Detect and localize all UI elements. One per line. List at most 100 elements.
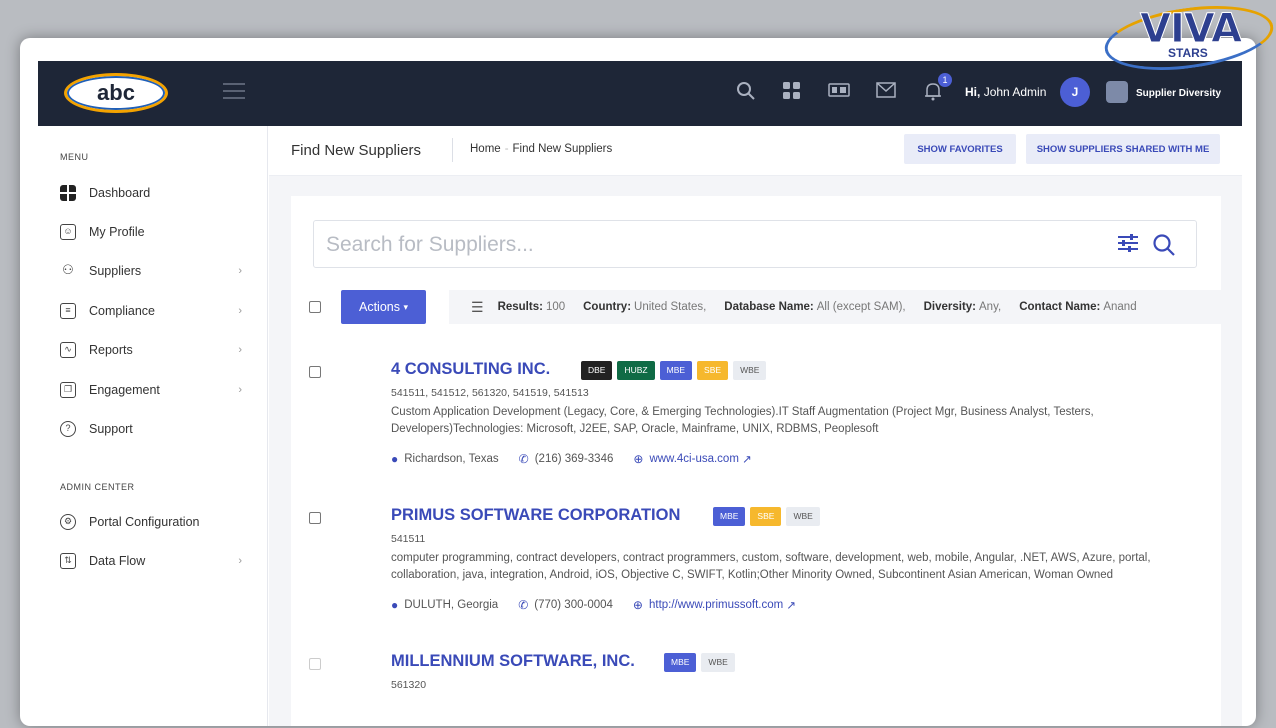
admin-center-heading: ADMIN CENTER [60,482,135,492]
viva-stars-logo: VIVA STARS [1100,0,1276,82]
sidebar-item-dashboard[interactable]: Dashboard [60,182,250,204]
filter-sliders-icon[interactable]: ☰ [471,299,484,316]
reports-icon: ∿ [60,342,76,358]
location-pin-icon: ● [391,598,399,612]
filter-summary: ☰ Results: 100 Country: United States, Dat… [449,290,1221,324]
dashboard-icon [60,185,76,201]
app-window: abc 1 Hi, John Admin J Supplier Diversit… [20,38,1256,726]
globe-icon: ⊕ [633,452,644,466]
badge-wbe: WBE [786,507,820,526]
search-bar [313,220,1197,268]
naics-codes: 541511 [391,533,426,545]
naics-codes: 541511, 541512, 561320, 541519, 541513 [391,387,589,399]
partner-label: Supplier Diversity [1136,88,1222,99]
select-all-checkbox[interactable] [309,301,321,313]
notification-count-badge: 1 [938,73,952,87]
naics-codes: 561320 [391,679,427,691]
badge-wbe: WBE [701,653,735,672]
chevron-right-icon: › [238,384,242,396]
user-greeting[interactable]: Hi, John Admin [965,85,1046,99]
actions-dropdown-button[interactable]: Actions ▾ [341,290,426,324]
company-phone: (216) 369-3346 [534,453,614,465]
result-checkbox[interactable] [309,512,321,524]
chevron-right-icon: › [238,555,242,567]
location-pin-icon: ● [391,452,399,466]
profile-icon: ☺ [60,224,76,240]
sidebar: MENU Dashboard ☺ My Profile ⚇ Suppliers … [38,126,268,726]
abc-logo[interactable]: abc [64,73,168,113]
badge-sbe: SBE [750,507,782,526]
breadcrumb: Home - Find New Suppliers [470,143,613,155]
avatar[interactable]: J [1060,77,1090,107]
sidebar-item-suppliers[interactable]: ⚇ Suppliers › [60,260,250,282]
phone-icon: ✆ [518,598,529,612]
certification-badges: MBE SBE WBE [713,507,825,526]
company-description: Custom Application Development (Legacy, … [391,406,1094,435]
contact-row: ● DULUTH, Georgia ✆ (770) 300-0004 ⊕ http:/… [391,598,816,612]
filter-sliders-icon[interactable] [1116,233,1140,257]
apps-grid-icon[interactable] [781,81,803,103]
data-flow-icon: ⇅ [60,553,76,569]
search-icon[interactable] [1152,233,1176,257]
company-website-link[interactable]: www.4ci-usa.com [649,453,738,465]
badge-dbe: DBE [581,361,613,380]
show-favorites-button[interactable]: SHOW FAVORITES [904,134,1016,164]
company-website-link[interactable]: http://www.primussoft.com [649,599,783,611]
settings-icon: ⚙ [60,514,76,530]
sidebar-item-reports[interactable]: ∿ Reports › [60,339,250,361]
sidebar-item-engagement[interactable]: ❐ Engagement › [60,379,250,401]
phone-icon: ✆ [518,452,529,466]
company-name-link[interactable]: MILLENNIUM SOFTWARE, INC. [391,652,635,671]
filter-row: Actions ▾ ☰ Results: 100 Country: United S… [291,290,1221,328]
sidebar-item-data-flow[interactable]: ⇅ Data Flow › [60,550,250,572]
sidebar-item-portal-configuration[interactable]: ⚙ Portal Configuration [60,511,250,533]
id-card-icon[interactable] [828,81,850,103]
company-location: Richardson, Texas [404,453,499,465]
certification-badges: DBE HUBZ MBE SBE WBE [581,361,771,380]
page-title: Find New Suppliers [291,142,422,159]
compliance-icon: ≡ [60,303,76,319]
badge-mbe: MBE [713,507,746,526]
external-link-icon[interactable]: ↗ [786,598,796,612]
top-navbar: abc 1 Hi, John Admin J Supplier Diversit… [38,61,1242,126]
menu-heading: MENU [60,152,89,162]
chevron-down-icon: ▾ [403,301,408,312]
badge-sbe: SBE [697,361,729,380]
page-header: Find New Suppliers Home - Find New Supplie… [269,126,1242,176]
company-name-link[interactable]: 4 CONSULTING INC. [391,360,550,379]
company-phone: (770) 300-0004 [534,599,613,611]
menu-toggle-icon[interactable] [223,83,245,101]
partner-logo-icon [1106,81,1128,103]
suppliers-icon: ⚇ [62,262,74,277]
company-name-link[interactable]: PRIMUS SOFTWARE CORPORATION [391,506,680,525]
badge-hubz: HUBZ [617,361,655,380]
sidebar-item-support[interactable]: ? Support [60,418,250,440]
external-link-icon[interactable]: ↗ [742,452,752,466]
support-icon: ? [60,421,76,437]
title-divider [452,138,453,162]
sidebar-item-compliance[interactable]: ≡ Compliance › [60,300,250,322]
show-shared-suppliers-button[interactable]: SHOW SUPPLIERS SHARED WITH ME [1026,134,1220,164]
certification-badges: MBE WBE [664,653,740,672]
breadcrumb-current: Find New Suppliers [512,143,613,155]
badge-wbe: WBE [733,361,767,380]
main-content: Find New Suppliers Home - Find New Supplie… [269,126,1242,726]
globe-icon: ⊕ [632,598,643,612]
badge-mbe: MBE [664,653,697,672]
result-checkbox[interactable] [309,658,321,670]
breadcrumb-home[interactable]: Home [470,143,501,155]
engagement-icon: ❐ [60,382,76,398]
company-description: computer programming, contract developer… [391,552,1151,581]
search-icon[interactable] [735,81,757,103]
search-input[interactable] [326,231,1086,259]
badge-mbe: MBE [659,361,693,380]
chevron-right-icon: › [238,305,242,317]
chevron-right-icon: › [238,344,242,356]
mail-icon[interactable] [875,81,897,103]
chevron-right-icon: › [238,265,242,277]
company-location: DULUTH, Georgia [404,599,499,611]
sidebar-item-my-profile[interactable]: ☺ My Profile [60,221,250,243]
results-count: 100 [545,301,566,313]
results-card: Actions ▾ ☰ Results:100 Country:United S… [291,196,1221,726]
result-checkbox[interactable] [309,366,321,378]
